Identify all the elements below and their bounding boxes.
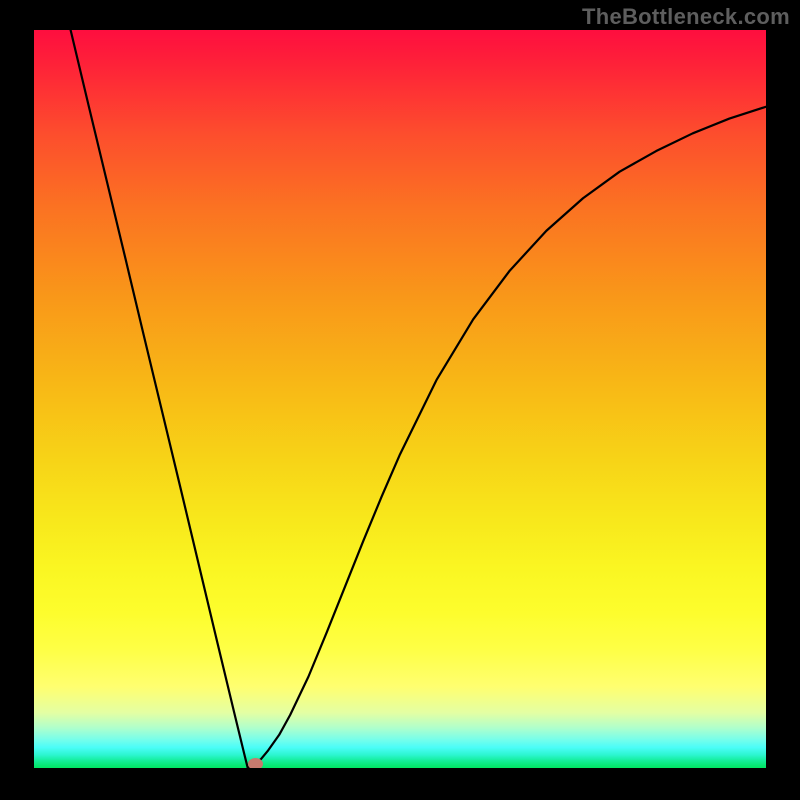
bottleneck-curve (34, 30, 766, 768)
watermark-label: TheBottleneck.com (582, 4, 790, 30)
chart-stage: TheBottleneck.com (0, 0, 800, 800)
curve-path (71, 30, 766, 768)
optimum-marker (248, 758, 263, 768)
plot-area (34, 30, 766, 768)
